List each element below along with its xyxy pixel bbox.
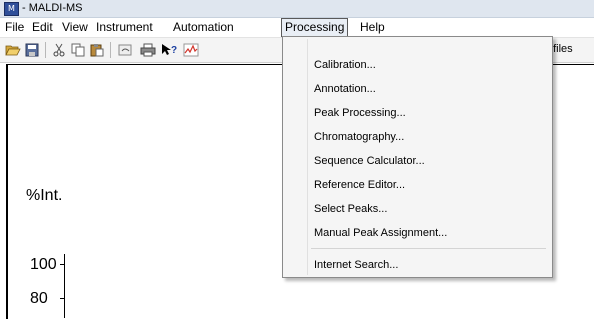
- save-icon[interactable]: [23, 41, 41, 58]
- menu-processing[interactable]: Processing: [281, 18, 349, 37]
- paste-icon[interactable]: [88, 41, 106, 58]
- menu-item-calibration[interactable]: Calibration...: [314, 55, 376, 75]
- menu-separator: [311, 248, 546, 249]
- menu-item-manual-peak-assignment[interactable]: Manual Peak Assignment...: [314, 223, 447, 243]
- menu-item-internet-search[interactable]: Internet Search...: [314, 255, 398, 275]
- y-tick-label-80: 80: [30, 290, 48, 307]
- undo-icon[interactable]: [116, 41, 134, 58]
- menu-help[interactable]: Help: [357, 19, 388, 36]
- menu-automation[interactable]: Automation: [170, 19, 237, 36]
- copy-icon[interactable]: [69, 41, 87, 58]
- menu-bar: File Edit View Instrument Automation Pro…: [0, 18, 594, 38]
- app-icon: M: [4, 2, 19, 16]
- menu-edit[interactable]: Edit: [29, 19, 56, 36]
- menu-view[interactable]: View: [59, 19, 91, 36]
- menu-item-select-peaks[interactable]: Select Peaks...: [314, 199, 387, 219]
- y-axis-label: %Int.: [26, 187, 63, 204]
- y-tick-100: [60, 264, 64, 265]
- open-icon[interactable]: [4, 41, 22, 58]
- menu-instrument[interactable]: Instrument: [93, 19, 156, 36]
- title-bar: M - MALDI-MS: [0, 0, 594, 18]
- cut-icon[interactable]: [50, 41, 68, 58]
- context-help-icon[interactable]: ?: [160, 41, 178, 58]
- menu-item-sequence-calculator[interactable]: Sequence Calculator...: [314, 151, 425, 171]
- window-title: - MALDI-MS: [22, 2, 83, 14]
- spectrum-icon[interactable]: [182, 41, 200, 58]
- y-tick-label-100: 100: [30, 256, 57, 273]
- y-axis-line: [64, 254, 65, 318]
- y-tick-80: [60, 298, 64, 299]
- menu-item-peak-processing[interactable]: Peak Processing...: [314, 103, 406, 123]
- menu-item-reference-editor[interactable]: Reference Editor...: [314, 175, 405, 195]
- menu-item-annotation[interactable]: Annotation...: [314, 79, 376, 99]
- processing-menu: Calibration... Annotation... Peak Proces…: [282, 36, 553, 278]
- menu-file[interactable]: File: [2, 19, 27, 36]
- menu-item-chromatography[interactable]: Chromatography...: [314, 127, 404, 147]
- svg-text:?: ?: [171, 45, 177, 56]
- print-icon[interactable]: [139, 41, 157, 58]
